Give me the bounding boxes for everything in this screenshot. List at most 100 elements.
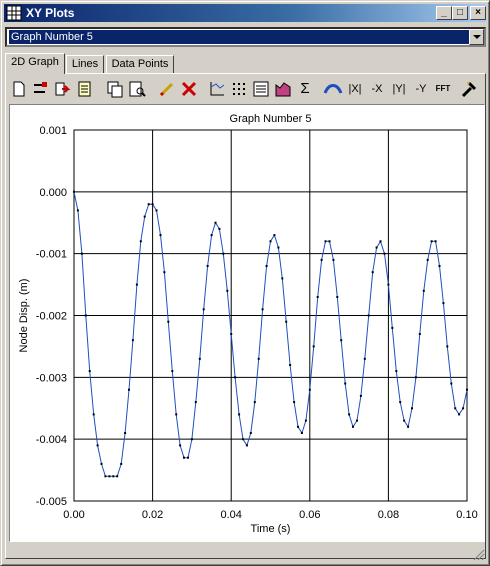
data-point [403,419,406,422]
smooth-icon[interactable] [323,79,343,99]
copy-icon[interactable] [105,79,125,99]
data-point [104,475,107,478]
toolbar: Σ |X| -X |Y| -Y FFT [7,77,483,101]
data-point [438,265,441,267]
data-point [210,234,213,237]
data-point [285,320,288,323]
data-point [340,339,343,342]
data-point [76,209,79,212]
x-axis-label: Time (s) [251,523,291,535]
data-point [88,370,91,373]
data-point [344,382,347,385]
x-tick-label: 0.00 [63,509,84,521]
data-point [324,240,327,243]
data-point [245,444,248,447]
data-point [446,345,449,348]
sum-icon[interactable]: Σ [295,79,315,99]
abs-x-button[interactable]: |X| [345,79,365,99]
delete-x-icon[interactable] [179,79,199,99]
properties-icon[interactable] [75,79,95,99]
data-point [418,333,421,335]
data-point [108,475,111,478]
data-point [454,407,457,410]
data-point [281,277,284,280]
plot-area: 0.00 0.02 0.04 0.06 0.08 0.10 0.001 0.000 -0.001… [9,104,485,542]
print-preview-icon[interactable] [127,79,147,99]
data-point [253,401,256,404]
chart-title: Graph Number 5 [230,113,312,125]
data-point [163,271,166,274]
graph-dropdown[interactable]: Graph Number 5 [5,27,486,47]
xy-plots-window: XY Plots _ □ × Graph Number 5 2D Graph L… [0,0,490,566]
x-tick-label: 0.10 [456,509,477,521]
export-icon[interactable] [53,79,73,99]
tab-2d-graph[interactable]: 2D Graph [5,53,65,74]
data-point [462,407,465,410]
data-point [300,432,303,434]
data-point [218,227,221,230]
data-point [332,258,335,261]
data-point [238,413,241,416]
data-point [320,258,323,261]
data-point [112,475,115,478]
maximize-icon: □ [456,7,464,18]
data-point [387,283,390,286]
close-button[interactable]: × [470,6,486,20]
new-page-icon[interactable] [9,79,29,99]
data-point [155,209,158,212]
data-point [407,425,410,428]
resize-grip-icon[interactable] [473,549,485,561]
data-point [230,333,233,335]
tab-data-points[interactable]: Data Points [106,55,174,73]
data-point [430,240,433,243]
data-point [426,258,429,261]
data-point [466,388,468,391]
data-point [356,419,358,422]
data-point [84,314,87,317]
data-point [147,203,150,206]
data-point [297,425,299,428]
dropdown-button[interactable] [469,29,484,45]
data-point [120,462,123,465]
maximize-button[interactable]: □ [452,6,468,20]
data-point [190,438,193,441]
neg-y-button[interactable]: -Y [411,79,431,99]
data-point [308,388,311,391]
data-point [131,339,134,342]
data-point [458,413,461,416]
y-tick-label: -0.005 [36,496,67,508]
y-tick-label: -0.004 [36,434,67,446]
data-point [352,425,354,428]
data-point [206,265,209,267]
fft-button[interactable]: FFT [433,79,453,99]
neg-x-button[interactable]: -X [367,79,387,99]
data-point [261,308,264,311]
data-point [194,401,197,404]
y-tick-label: 0.001 [39,125,67,137]
add-line-icon[interactable] [31,79,51,99]
x-tick-label: 0.08 [378,509,399,521]
edit-pencil-icon[interactable] [157,79,177,99]
data-point [399,401,402,404]
data-point [183,456,185,459]
fill-icon[interactable] [273,79,293,99]
data-point [379,240,382,243]
tab-lines[interactable]: Lines [66,55,104,73]
data-point [316,296,319,298]
data-point [159,234,162,237]
data-point [383,252,386,255]
y-axis-label: Node Disp. (m) [18,279,30,353]
data-point [359,394,362,397]
data-point [80,252,83,255]
abs-y-button[interactable]: |Y| [389,79,409,99]
grid-app-icon [6,5,22,21]
list-icon[interactable] [251,79,271,99]
title-bar[interactable]: XY Plots _ □ × [4,4,486,22]
minimize-button[interactable]: _ [436,6,452,20]
axes-icon[interactable] [207,79,227,99]
grid-icon[interactable] [229,79,249,99]
tools-icon[interactable] [459,79,479,99]
data-point [135,283,138,286]
data-point [375,246,378,249]
data-point [171,370,174,373]
